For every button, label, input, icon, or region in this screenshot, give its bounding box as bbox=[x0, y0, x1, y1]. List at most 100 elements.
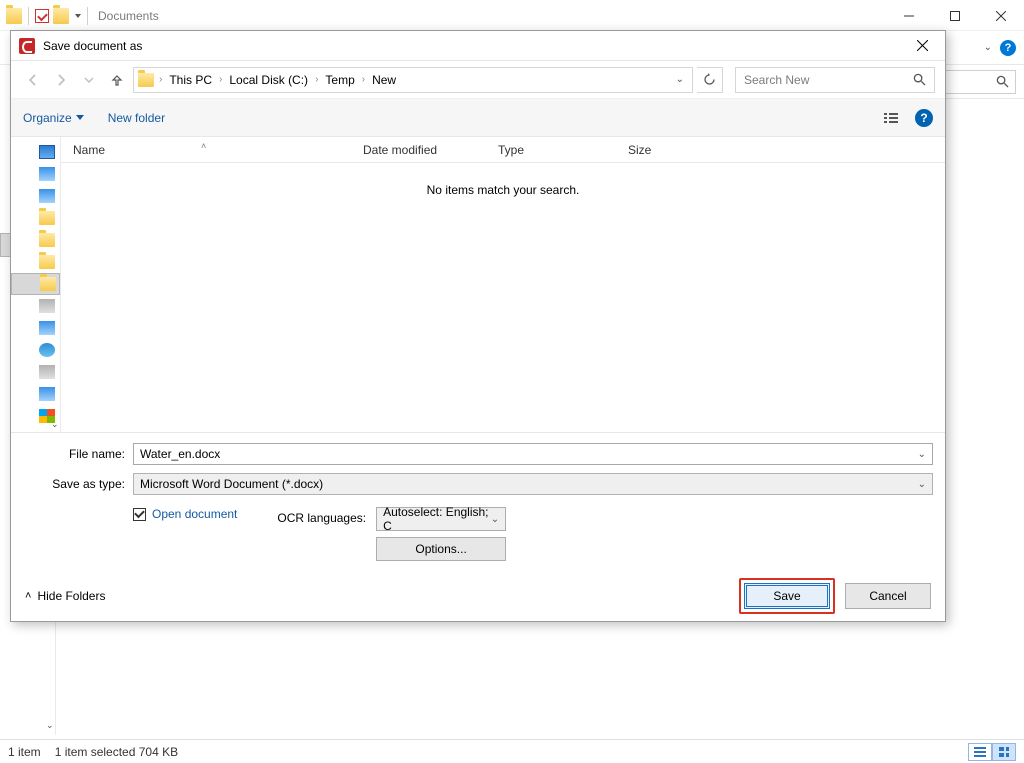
address-dropdown-icon[interactable]: ⌄ bbox=[676, 74, 684, 85]
library-icon bbox=[39, 387, 55, 401]
folder-icon bbox=[6, 8, 22, 24]
highlight-annotation: Save bbox=[739, 578, 835, 614]
open-document-label: Open document bbox=[152, 507, 237, 521]
status-selection: 1 item selected 704 KB bbox=[55, 745, 178, 759]
dialog-nav-row: › This PC › Local Disk (C:) › Temp › New… bbox=[11, 61, 945, 99]
organize-menu[interactable]: Organize bbox=[23, 111, 84, 125]
qat-separator-2 bbox=[87, 7, 88, 25]
column-headers[interactable]: Name ˄ Date modified Type Size bbox=[61, 137, 945, 163]
folder-icon bbox=[39, 255, 55, 269]
organize-label: Organize bbox=[23, 111, 72, 125]
col-name[interactable]: Name bbox=[73, 143, 105, 157]
ribbon-expand-icon[interactable]: ⌄ bbox=[984, 42, 992, 53]
chevron-right-icon[interactable]: › bbox=[158, 74, 163, 85]
folder-icon bbox=[138, 73, 154, 87]
refresh-button[interactable] bbox=[697, 67, 723, 93]
chevron-up-icon: ˄ bbox=[25, 590, 31, 602]
view-large-button[interactable] bbox=[992, 743, 1016, 761]
dialog-command-bar: Organize New folder ? bbox=[11, 99, 945, 137]
chevron-right-icon[interactable]: › bbox=[218, 74, 223, 85]
qat-separator bbox=[28, 7, 29, 25]
options-button[interactable]: Options... bbox=[376, 537, 506, 561]
chevron-down-icon[interactable]: ⌄ bbox=[918, 479, 926, 490]
chevron-down-icon[interactable]: ⌄ bbox=[918, 449, 926, 460]
close-button[interactable] bbox=[978, 1, 1024, 31]
col-size[interactable]: Size bbox=[616, 143, 696, 157]
search-icon bbox=[996, 75, 1009, 88]
new-folder-button[interactable]: New folder bbox=[108, 111, 165, 125]
options-label: Options... bbox=[415, 542, 466, 556]
this-pc-icon bbox=[39, 145, 55, 159]
status-item-count: 1 item bbox=[8, 745, 41, 759]
breadcrumb-temp[interactable]: Temp bbox=[321, 73, 358, 87]
recent-locations-button[interactable] bbox=[77, 68, 101, 92]
folder-icon bbox=[39, 233, 55, 247]
filename-value: Water_en.docx bbox=[140, 447, 220, 461]
search-icon bbox=[913, 73, 926, 86]
hide-folders-button[interactable]: ˄ Hide Folders bbox=[25, 589, 105, 603]
qat-dropdown-icon[interactable] bbox=[75, 14, 81, 18]
scroll-down-icon[interactable]: ⌄ bbox=[51, 419, 59, 430]
forward-button[interactable] bbox=[49, 68, 73, 92]
chevron-right-icon[interactable]: › bbox=[314, 74, 319, 85]
dialog-search-input[interactable]: Search New bbox=[735, 67, 935, 93]
explorer-status-bar: 1 item 1 item selected 704 KB bbox=[0, 739, 1024, 763]
new-folder-label: New folder bbox=[108, 111, 165, 125]
library-icon bbox=[39, 167, 55, 181]
open-document-checkbox[interactable]: Open document bbox=[133, 507, 237, 521]
sort-asc-icon: ˄ bbox=[201, 141, 206, 151]
app-icon bbox=[19, 38, 35, 54]
up-button[interactable] bbox=[105, 68, 129, 92]
hide-folders-label: Hide Folders bbox=[37, 589, 105, 603]
dialog-file-list: Name ˄ Date modified Type Size No items m… bbox=[61, 137, 945, 432]
properties-icon[interactable] bbox=[35, 9, 49, 23]
filename-input[interactable]: Water_en.docx ⌄ bbox=[133, 443, 933, 465]
save-label: Save bbox=[773, 589, 800, 603]
filename-label: File name: bbox=[69, 447, 133, 461]
view-icon bbox=[884, 112, 898, 124]
savetype-select[interactable]: Microsoft Word Document (*.docx) ⌄ bbox=[133, 473, 933, 495]
network-icon bbox=[39, 343, 55, 357]
ocr-languages-value: Autoselect: English; C bbox=[383, 505, 499, 533]
ocr-languages-select[interactable]: Autoselect: English; C ⌄ bbox=[376, 507, 506, 531]
folder-icon bbox=[39, 211, 55, 225]
explorer-titlebar: Documents bbox=[0, 1, 1024, 31]
empty-state-text: No items match your search. bbox=[61, 163, 945, 432]
ocr-languages-label: OCR languages: bbox=[277, 507, 366, 525]
dialog-title: Save document as bbox=[43, 39, 142, 53]
drive-icon bbox=[39, 365, 55, 379]
scroll-down-icon[interactable]: ⌄ bbox=[46, 720, 54, 731]
help-icon[interactable]: ? bbox=[1000, 40, 1016, 56]
back-button[interactable] bbox=[21, 68, 45, 92]
chevron-down-icon[interactable]: ⌄ bbox=[491, 514, 499, 525]
chevron-down-icon bbox=[76, 115, 84, 120]
breadcrumb-this-pc[interactable]: This PC bbox=[165, 73, 216, 87]
view-details-button[interactable] bbox=[968, 743, 992, 761]
minimize-button[interactable] bbox=[886, 1, 932, 31]
save-as-dialog: Save document as › This PC › Local Disk … bbox=[10, 30, 946, 622]
breadcrumb-new[interactable]: New bbox=[368, 73, 400, 87]
library-icon bbox=[39, 321, 55, 335]
search-placeholder: Search New bbox=[744, 73, 809, 87]
col-type[interactable]: Type bbox=[486, 143, 616, 157]
chevron-right-icon[interactable]: › bbox=[361, 74, 366, 85]
cancel-label: Cancel bbox=[869, 589, 906, 603]
dialog-titlebar: Save document as bbox=[11, 31, 945, 61]
breadcrumb-drive[interactable]: Local Disk (C:) bbox=[225, 73, 312, 87]
change-view-button[interactable] bbox=[877, 107, 907, 129]
dialog-nav-pane[interactable]: ⌄ bbox=[11, 137, 61, 432]
checkbox-icon bbox=[133, 508, 146, 521]
explorer-title: Documents bbox=[98, 9, 159, 23]
drive-icon bbox=[39, 299, 55, 313]
cancel-button[interactable]: Cancel bbox=[845, 583, 931, 609]
savetype-label: Save as type: bbox=[52, 477, 133, 491]
savetype-value: Microsoft Word Document (*.docx) bbox=[140, 477, 323, 491]
open-icon[interactable] bbox=[53, 8, 69, 24]
dialog-close-button[interactable] bbox=[899, 31, 945, 61]
col-date[interactable]: Date modified bbox=[351, 143, 486, 157]
address-bar[interactable]: › This PC › Local Disk (C:) › Temp › New… bbox=[133, 67, 693, 93]
library-icon bbox=[39, 189, 55, 203]
help-button[interactable]: ? bbox=[915, 109, 933, 127]
save-button[interactable]: Save bbox=[744, 583, 830, 609]
maximize-button[interactable] bbox=[932, 1, 978, 31]
